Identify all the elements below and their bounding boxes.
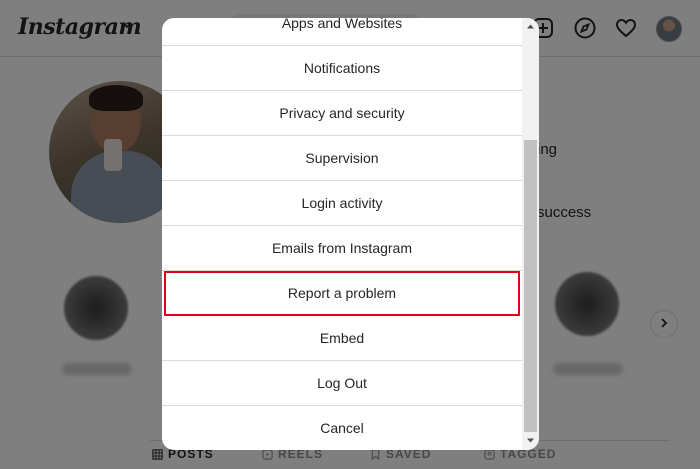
menu-item-label: Log Out: [317, 375, 367, 391]
scroll-up-arrow-icon[interactable]: [526, 22, 535, 31]
menu-item-embed[interactable]: Embed: [162, 316, 522, 361]
menu-item-supervision[interactable]: Supervision: [162, 136, 522, 181]
menu-item-emails-from-instagram[interactable]: Emails from Instagram: [162, 226, 522, 271]
menu-item-label: Supervision: [305, 150, 379, 166]
menu-item-login-activity[interactable]: Login activity: [162, 181, 522, 226]
menu-item-label: Login activity: [301, 195, 383, 211]
settings-menu-list: Apps and Websites Notifications Privacy …: [162, 18, 522, 450]
scrollbar-thumb[interactable]: [524, 140, 537, 432]
menu-item-label: Privacy and security: [279, 105, 405, 121]
menu-item-apps-and-websites[interactable]: Apps and Websites: [162, 18, 522, 46]
menu-item-label: Notifications: [303, 60, 381, 76]
menu-item-privacy-and-security[interactable]: Privacy and security: [162, 91, 522, 136]
menu-scrollbar[interactable]: [522, 18, 539, 450]
menu-item-notifications[interactable]: Notifications: [162, 46, 522, 91]
menu-item-log-out[interactable]: Log Out: [162, 361, 522, 406]
menu-item-label: Apps and Websites: [281, 18, 403, 31]
menu-item-label: Cancel: [320, 420, 364, 436]
menu-item-cancel[interactable]: Cancel: [162, 406, 522, 450]
menu-item-report-a-problem[interactable]: Report a problem: [164, 271, 520, 316]
scroll-down-arrow-icon[interactable]: [526, 436, 535, 445]
menu-item-label: Embed: [319, 330, 365, 346]
menu-item-label: Emails from Instagram: [271, 240, 413, 256]
menu-item-label: Report a problem: [287, 285, 397, 301]
settings-menu-dialog: Apps and Websites Notifications Privacy …: [162, 18, 539, 450]
